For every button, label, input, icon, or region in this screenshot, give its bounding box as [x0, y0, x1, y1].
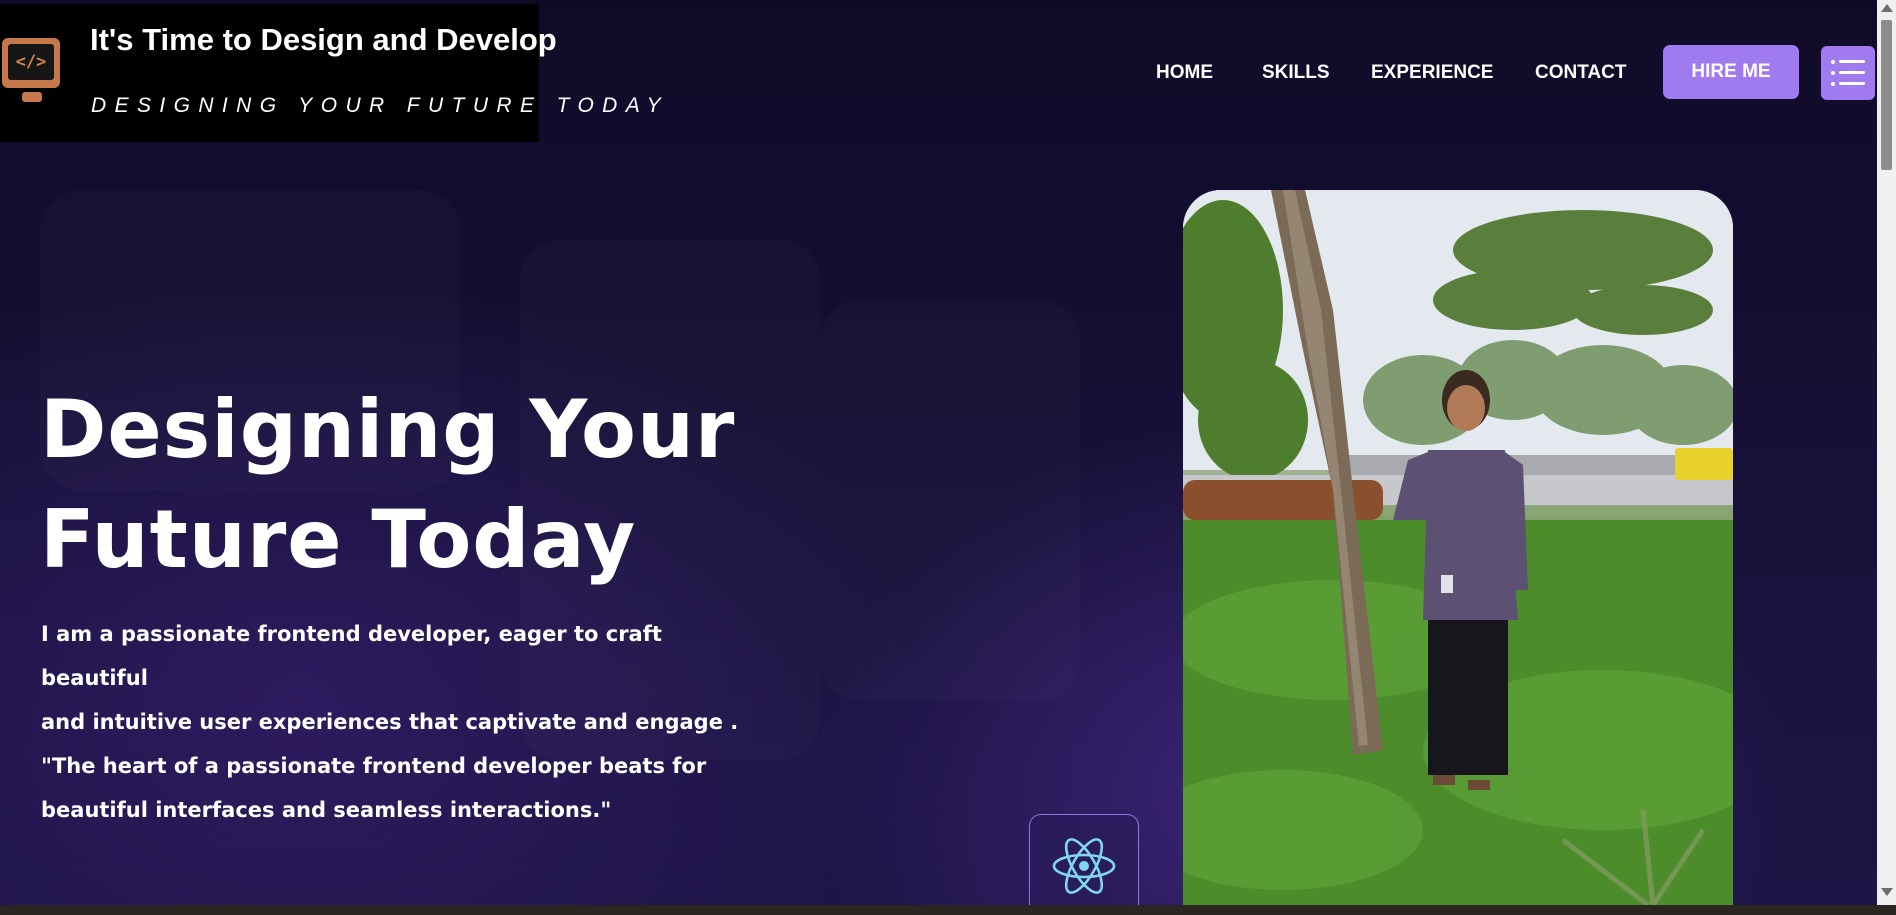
page: </> It's Time to Design and Develop DESI…: [0, 0, 1877, 905]
scroll-down-icon[interactable]: [1881, 888, 1893, 896]
nav-home[interactable]: HOME: [1156, 62, 1213, 84]
scroll-thumb[interactable]: [1881, 20, 1892, 170]
logo-subtitle: DESIGNING YOUR FUTURE TODAY: [91, 94, 670, 117]
profile-photo: [1183, 190, 1733, 905]
scroll-up-icon[interactable]: [1881, 4, 1893, 12]
site-logo[interactable]: </> It's Time to Design and Develop DESI…: [0, 4, 661, 142]
hero-title-line: Designing Your: [40, 383, 736, 476]
hero-description: I am a passionate frontend developer, ea…: [41, 612, 761, 832]
react-skill-card: [1029, 814, 1139, 905]
hero-desc-line: "The heart of a passionate frontend deve…: [41, 754, 707, 778]
window-bottom-edge: [0, 905, 1896, 915]
logo-title: It's Time to Design and Develop: [90, 22, 557, 57]
list-menu-icon[interactable]: [1821, 46, 1875, 100]
code-monitor-icon: </>: [2, 38, 60, 102]
react-atom-icon: [1052, 838, 1116, 894]
hero-desc-line: beautiful interfaces and seamless intera…: [41, 798, 612, 822]
hero-title-line: Future Today: [40, 493, 637, 586]
nav-contact[interactable]: CONTACT: [1535, 62, 1626, 84]
nav-experience[interactable]: EXPERIENCE: [1371, 62, 1493, 84]
code-icon-text: </>: [8, 44, 54, 80]
hero-title: Designing Your Future Today: [40, 375, 800, 595]
hire-me-button[interactable]: HIRE ME: [1663, 45, 1799, 99]
background-shape: [820, 300, 1080, 700]
hero-desc-line: and intuitive user experiences that capt…: [41, 710, 739, 734]
hero-desc-line: I am a passionate frontend developer, ea…: [41, 622, 662, 690]
page-scrollbar[interactable]: [1877, 0, 1896, 905]
nav-skills[interactable]: SKILLS: [1262, 62, 1330, 84]
